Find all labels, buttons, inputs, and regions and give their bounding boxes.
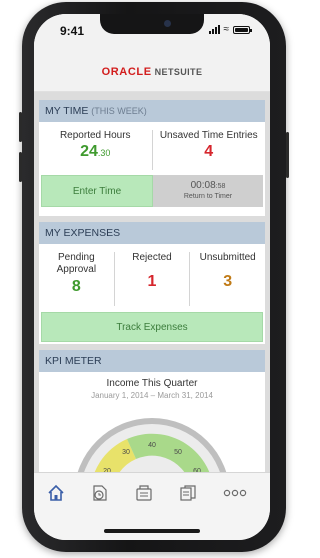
logo-bar: ORACLE NETSUITE (34, 48, 270, 92)
volume-up-button (19, 112, 22, 142)
my-time-header: MY TIME (THIS WEEK) (39, 100, 265, 122)
status-icons: ≈ (208, 24, 252, 35)
timer-value: 00:08:58 (190, 180, 226, 191)
signal-icon (208, 25, 220, 34)
home-icon (48, 484, 64, 501)
status-time: 9:41 (60, 24, 85, 38)
kpi-date-range: January 1, 2014 – March 31, 2014 (91, 391, 213, 400)
documents-icon (180, 485, 196, 501)
notch (100, 14, 204, 34)
my-time-card: MY TIME (THIS WEEK) Reported Hours 24.30… (39, 100, 265, 216)
time-icon (93, 485, 107, 501)
return-to-timer-button[interactable]: 00:08:58 Return to Timer (153, 175, 263, 207)
my-expenses-header: MY EXPENSES (39, 222, 265, 244)
pending-approval-stat[interactable]: Pending Approval 8 (39, 252, 114, 306)
screen: 9:41 ≈ ORACLE NETSUITE MY TIME (THIS WEEK… (34, 14, 270, 540)
unsubmitted-value: 3 (223, 273, 233, 290)
tab-more[interactable] (222, 483, 248, 503)
unsaved-entries-label: Unsaved Time Entries (159, 130, 258, 141)
my-expenses-title: MY EXPENSES (45, 227, 121, 239)
camera-icon (164, 20, 171, 27)
reported-hours-stat[interactable]: Reported Hours 24.30 (39, 130, 152, 170)
tab-documents[interactable] (178, 483, 198, 503)
oracle-logo: ORACLE (101, 66, 152, 78)
wifi-icon: ≈ (223, 24, 230, 35)
gauge-tick-label: 50 (174, 449, 182, 456)
reported-hours-value: 24.30 (80, 143, 111, 160)
tab-calculator[interactable] (134, 483, 154, 503)
battery-icon (233, 25, 252, 34)
kpi-meter-label: Income This Quarter (106, 378, 198, 389)
rejected-label: Rejected (132, 252, 172, 263)
pending-approval-label: Pending Approval (56, 252, 97, 275)
power-button (286, 132, 289, 178)
gauge-tick-label: 40 (148, 442, 156, 449)
volume-down-button (19, 152, 22, 182)
reported-hours-decimal: .30 (97, 148, 111, 158)
tab-home[interactable] (46, 483, 66, 503)
unsubmitted-stat[interactable]: Unsubmitted 3 (189, 252, 265, 306)
tab-time[interactable] (90, 483, 110, 503)
unsubmitted-label: Unsubmitted (199, 252, 256, 263)
rejected-stat[interactable]: Rejected 1 (113, 252, 190, 306)
rejected-value: 1 (147, 273, 157, 290)
my-expenses-stats: Pending Approval 8 Rejected 1 Unsubmitte… (39, 244, 265, 306)
my-time-title: MY TIME (45, 105, 89, 117)
unsaved-entries-stat[interactable]: Unsaved Time Entries 4 (151, 130, 266, 170)
my-expenses-card: MY EXPENSES Pending Approval 8 Rejected … (39, 222, 265, 344)
reported-hours-label: Reported Hours (59, 130, 131, 141)
tab-bar (34, 472, 270, 540)
home-indicator[interactable] (104, 529, 200, 533)
more-icon (223, 489, 247, 497)
enter-time-button[interactable]: Enter Time (41, 175, 153, 207)
gauge-tick-label: 30 (122, 449, 130, 456)
return-to-timer-label: Return to Timer (183, 193, 233, 200)
kpi-gauge: 2030405060 (77, 418, 227, 472)
dashboard-content[interactable]: MY TIME (THIS WEEK) Reported Hours 24.30… (34, 92, 270, 472)
kpi-meter-header: KPI METER (39, 350, 265, 372)
time-actions: Enter Time 00:08:58 Return to Timer (39, 175, 265, 207)
kpi-meter-title: KPI METER (45, 355, 102, 367)
netsuite-logo: NETSUITE (154, 67, 203, 77)
track-expenses-button[interactable]: Track Expenses (41, 312, 263, 342)
pending-approval-value: 8 (71, 278, 81, 295)
kpi-meter-card: KPI METER Income This Quarter January 1,… (39, 350, 265, 472)
my-time-stats: Reported Hours 24.30 Unsaved Time Entrie… (39, 122, 265, 170)
my-time-subtitle: (THIS WEEK) (91, 106, 147, 116)
calculator-icon (136, 485, 152, 501)
unsaved-entries-value: 4 (204, 143, 214, 160)
